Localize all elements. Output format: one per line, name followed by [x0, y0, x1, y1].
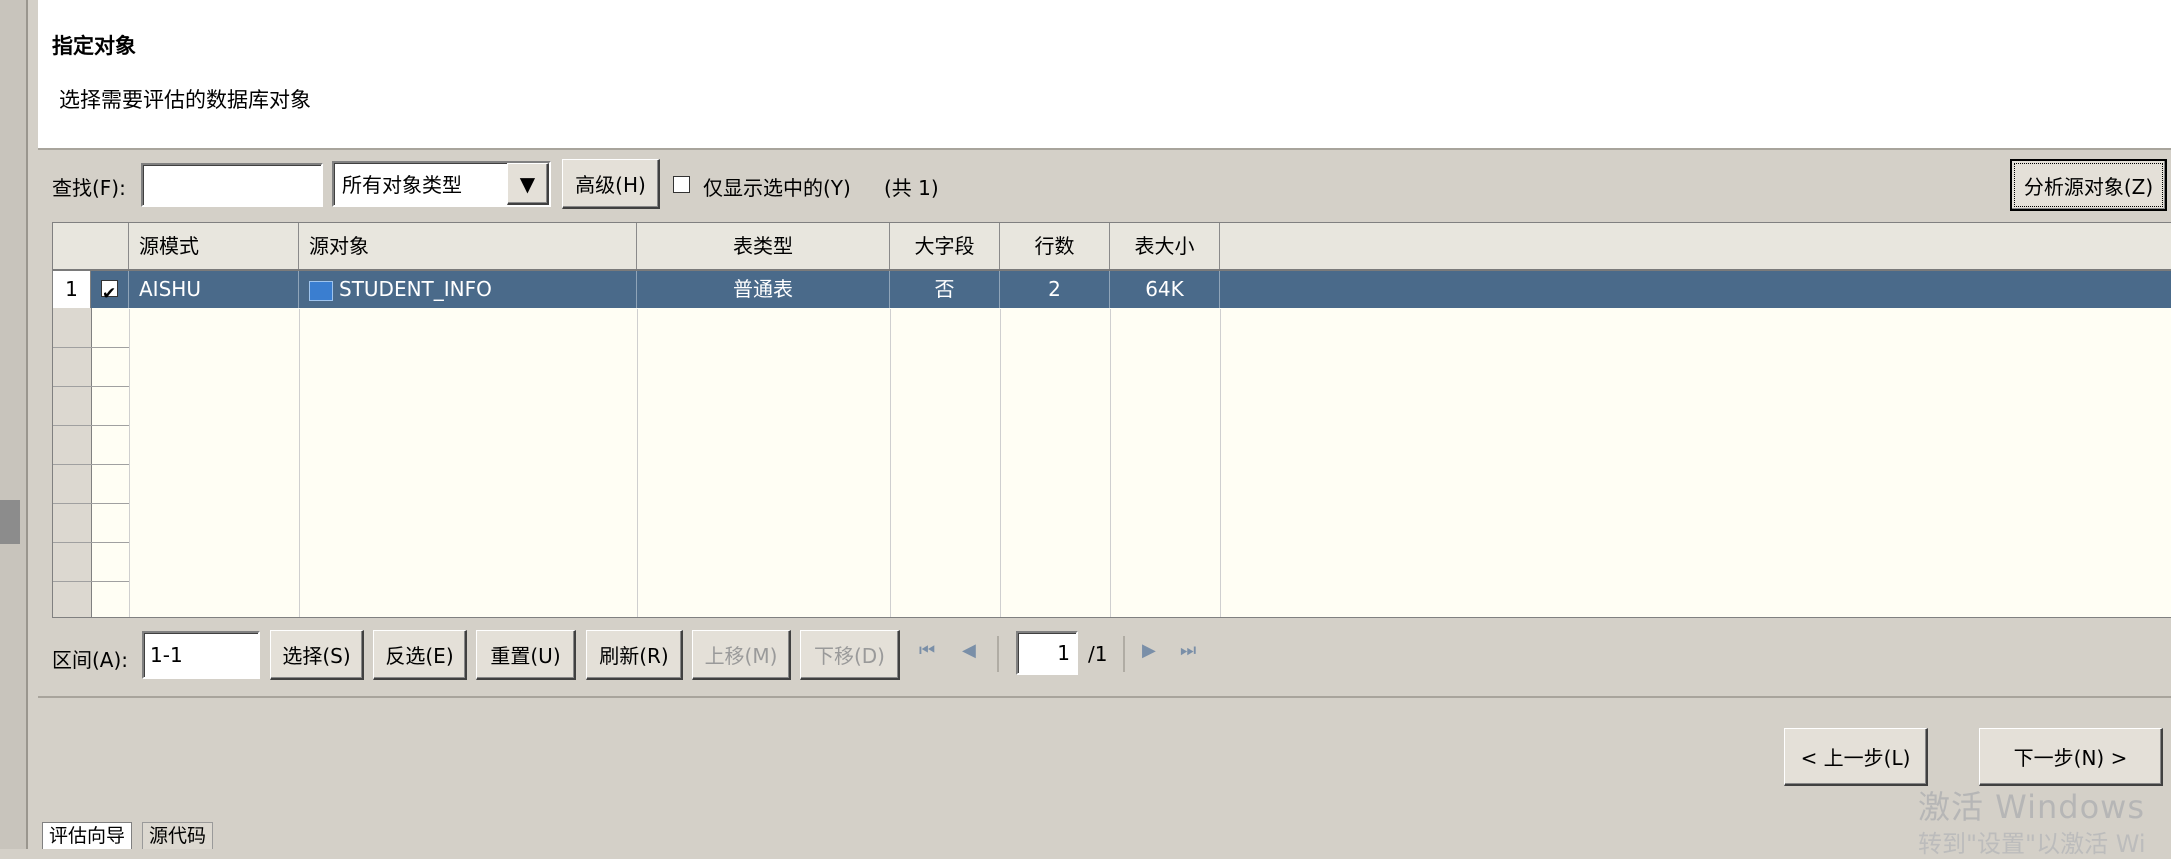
page-total: /1	[1088, 642, 1108, 666]
last-page-icon[interactable]: ⏭	[1180, 640, 1196, 661]
pager-divider	[997, 636, 999, 672]
column-header-lob[interactable]: 大字段	[890, 223, 1000, 269]
advanced-button[interactable]: 高级(H)	[562, 159, 660, 209]
row-separator	[53, 581, 129, 582]
row-checkbox[interactable]	[101, 276, 118, 313]
left-panel-edge	[0, 0, 28, 849]
grid-line	[129, 309, 130, 617]
row-separator	[53, 503, 129, 504]
reset-button[interactable]: 重置(U)	[476, 630, 576, 680]
activation-watermark: 激活 Windows	[1918, 788, 2146, 826]
object-grid[interactable]: 源模式 源对象 表类型 大字段 行数 表大小 1 AISHU STUDENT_I…	[52, 222, 2171, 618]
cell-schema: AISHU	[129, 271, 299, 308]
previous-step-button[interactable]: < 上一步(L)	[1784, 728, 1928, 786]
next-step-button[interactable]: 下一步(N) >	[1979, 728, 2163, 786]
tab-assessment-wizard[interactable]: 评估向导	[42, 822, 133, 849]
range-input[interactable]	[142, 631, 260, 679]
find-input[interactable]	[141, 163, 323, 207]
activation-watermark-subtext: 转到"设置"以激活 Wi	[1918, 830, 2146, 858]
total-count: (共 1)	[884, 176, 939, 200]
row-separator	[53, 464, 129, 465]
row-separator	[53, 542, 129, 543]
pager-divider	[1123, 636, 1125, 672]
show-selected-checkbox[interactable]	[673, 176, 690, 193]
find-label: 查找(F):	[52, 176, 126, 200]
show-selected-label: 仅显示选中的(Y)	[703, 176, 851, 200]
combo-dropdown-button[interactable]: ▼	[507, 163, 549, 205]
grid-line	[890, 309, 891, 617]
column-header-row-count[interactable]: 行数	[1000, 223, 1110, 269]
table-row[interactable]: 1 AISHU STUDENT_INFO 普通表 否 2 64K	[53, 271, 2171, 313]
cell-lob: 否	[890, 271, 1000, 308]
previous-page-icon[interactable]: ◀	[962, 640, 976, 661]
grid-line	[637, 309, 638, 617]
cell-table-type: 普通表	[637, 271, 890, 308]
object-type-value: 所有对象类型	[342, 173, 462, 197]
splitter-handle[interactable]	[0, 500, 20, 544]
triangle-down-icon: ▼	[519, 171, 536, 196]
row-check-cell[interactable]	[91, 271, 129, 313]
column-header-object[interactable]: 源对象	[299, 223, 637, 269]
column-header-size[interactable]: 表大小	[1110, 223, 1220, 269]
table-icon	[309, 280, 333, 301]
bottom-tab-bar	[38, 818, 2171, 849]
cell-size: 64K	[1110, 271, 1220, 308]
range-label: 区间(A):	[52, 648, 129, 672]
select-button[interactable]: 选择(S)	[270, 630, 364, 680]
first-page-icon[interactable]: ⏮	[919, 640, 935, 661]
row-number: 1	[53, 271, 91, 308]
next-page-icon[interactable]: ▶	[1142, 640, 1156, 661]
invert-selection-button[interactable]: 反选(E)	[373, 630, 467, 680]
range-input-text[interactable]	[150, 643, 252, 667]
analyze-source-button[interactable]: 分析源对象(Z)	[2010, 159, 2167, 211]
grid-line	[1110, 309, 1111, 617]
object-type-combo[interactable]: 所有对象类型 ▼	[332, 161, 551, 207]
row-separator	[53, 425, 129, 426]
page-input[interactable]: 1	[1016, 631, 1078, 675]
header-check-column[interactable]	[91, 223, 129, 269]
move-up-button[interactable]: 上移(M)	[692, 630, 791, 680]
row-separator	[53, 347, 129, 348]
column-header-schema[interactable]: 源模式	[129, 223, 299, 269]
cell-object-name: STUDENT_INFO	[339, 277, 492, 301]
section-divider	[38, 696, 2171, 698]
move-down-button[interactable]: 下移(D)	[800, 630, 900, 680]
wizard-header	[38, 0, 2171, 150]
cell-object: STUDENT_INFO	[299, 271, 637, 308]
find-input-text[interactable]	[149, 173, 315, 197]
refresh-button[interactable]: 刷新(R)	[586, 630, 683, 680]
page-description: 选择需要评估的数据库对象	[59, 88, 311, 112]
tab-source-code[interactable]: 源代码	[142, 822, 214, 849]
column-header-table-type[interactable]: 表类型	[637, 223, 890, 269]
page-title: 指定对象	[52, 34, 136, 58]
cell-row-count: 2	[1000, 271, 1110, 308]
grid-line	[1220, 309, 1221, 617]
row-separator	[53, 386, 129, 387]
grid-line	[299, 309, 300, 617]
page-value: 1	[1057, 641, 1070, 665]
grid-line	[1000, 309, 1001, 617]
